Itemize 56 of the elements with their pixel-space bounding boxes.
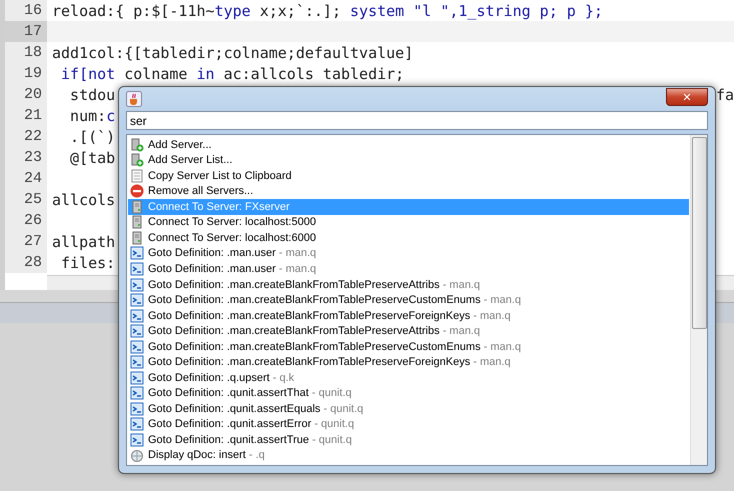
line-number: 16 [5,0,47,21]
line-number: 26 [5,210,47,231]
result-item[interactable]: Goto Definition: .man.createBlankFromTablePreserveForeignKeys - man.q [128,354,689,370]
server-icon [130,230,144,245]
line-number: 17 [5,21,47,42]
server-icon [130,215,144,230]
line-number: 22 [5,126,47,147]
code-line: stdou [69,86,116,104]
line-number: 19 [5,63,47,84]
document-icon [130,168,144,183]
line-number: 23 [5,147,47,168]
server-add-icon [130,153,144,168]
result-item[interactable]: Goto Definition: .man.createBlankFromTablePreserveCustomEnums - man.q [128,292,689,308]
line-number: 27 [5,231,47,252]
remove-icon [130,184,144,198]
code-line: reload:{ p:$[-11h~type x;x;`:.]; system "l ",1_string p; p }; [51,2,603,20]
result-item[interactable]: Connect To Server: localhost:6000 [128,230,689,246]
line-number: 24 [5,168,47,189]
result-item[interactable]: Goto Definition: .qunit.assertEquals - qunit.q [128,401,689,417]
code-fragment: fa [716,86,734,104]
result-item[interactable]: Copy Server List to Clipboard [128,168,689,184]
code-line: num:c [69,106,116,124]
result-item[interactable]: Goto Definition: .qunit.assertError - qunit.q [128,416,689,432]
result-item[interactable]: Goto Definition: .man.createBlankFromTablePreserveAttribs - man.q [128,276,689,292]
result-item[interactable]: Goto Definition: .qunit.assertThat - qunit.q [128,386,689,402]
result-item[interactable]: Goto Definition: .man.createBlankFromTablePreserveAttribs - man.q [128,323,689,339]
code-line: files: [60,254,116,272]
result-item[interactable]: Goto Definition: .man.user - man.q [128,246,689,262]
result-item[interactable]: Goto Definition: .qunit.assertTrue - qunit.q [128,432,689,448]
result-item[interactable]: Goto Definition: .man.user - man.q [128,261,689,277]
server-add-icon [130,138,144,152]
close-button[interactable]: ✕ [666,88,708,106]
line-number: 18 [5,42,47,63]
code-line: allcols [51,190,116,208]
line-number: 25 [5,189,47,210]
result-item[interactable]: Remove all Servers... [128,184,689,200]
code-line: if[not colname in ac:allcols tabledir; [60,64,404,82]
result-item[interactable]: Goto Definition: .man.createBlankFromTablePreserveForeignKeys - man.q [128,308,689,324]
result-item[interactable]: Goto Definition: .man.createBlankFromTablePreserveCustomEnums - man.q [128,338,689,354]
code-line: allpath [51,232,116,250]
line-number: 20 [5,84,47,105]
result-item[interactable]: Connect To Server: localhost:5000 [128,214,689,230]
result-item[interactable]: Add Server... [128,137,689,153]
globe-icon [130,448,144,462]
result-item[interactable]: Goto Definition: .q.upsert - q.k [128,370,689,386]
search-field[interactable]: ser [126,111,708,130]
line-number: 21 [5,105,47,126]
result-item[interactable]: Add Server List... [128,152,689,168]
result-item[interactable]: Display qDoc: insert - .q [128,448,689,464]
java-cup-icon [126,91,142,107]
code-line: .[(`) [69,128,116,146]
code-line: @[tab [69,148,116,166]
server-icon [130,200,144,214]
vertical-scrollbar[interactable] [690,135,707,465]
line-number: 28 [5,252,47,273]
code-line: add1col:{[tabledir;colname;defaultvalue] [51,44,414,62]
